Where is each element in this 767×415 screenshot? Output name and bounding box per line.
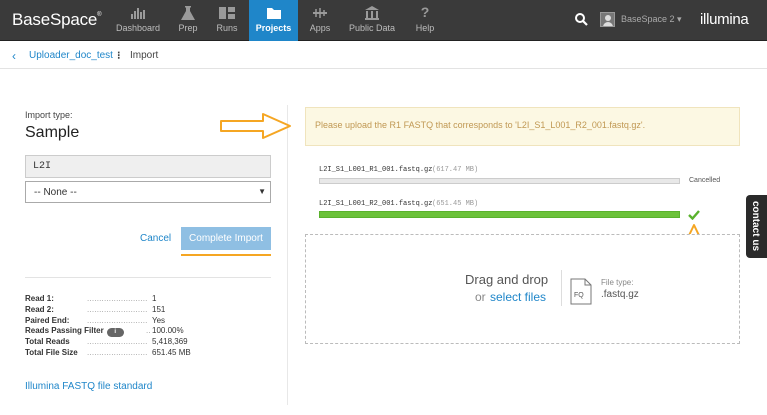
file-name: L2I_S1_L001_R2_001.fastq.gz xyxy=(319,200,433,208)
upload-progress-bar xyxy=(319,211,680,218)
company-logo: illumina xyxy=(700,11,749,28)
breadcrumb: ‹ Uploader_doc_test ⁝ Import xyxy=(0,42,767,69)
stat-value: 5,418,369 xyxy=(152,337,188,347)
upload-progress-bar xyxy=(319,178,680,184)
select-files-link[interactable]: select files xyxy=(490,290,546,304)
avatar[interactable] xyxy=(600,12,615,27)
import-type-label: Import type: xyxy=(25,110,73,120)
help-icon: ? xyxy=(420,4,430,20)
file-name: L2I_S1_L001_R1_001.fastq.gz xyxy=(319,166,433,174)
dropzone-title: Drag and drop xyxy=(465,272,549,287)
file-type-value: .fastq.gz xyxy=(601,289,639,300)
back-chevron-icon[interactable]: ‹ xyxy=(12,49,16,63)
contact-us-tab[interactable]: contact us xyxy=(746,195,767,258)
search-icon[interactable] xyxy=(575,13,588,31)
divider xyxy=(25,277,271,278)
import-type-value: Sample xyxy=(25,124,80,141)
file-type-label: File type: xyxy=(601,278,634,287)
user-menu[interactable]: BaseSpace 2 ▾ xyxy=(621,14,682,25)
dashboard-icon xyxy=(115,0,161,22)
nav-label: Prep xyxy=(178,23,198,33)
annotation-arrow-right-icon xyxy=(220,113,291,139)
panel-divider xyxy=(287,105,288,405)
nav-label: Projects xyxy=(255,23,292,33)
stat-value: 100.00% xyxy=(152,326,184,336)
breadcrumb-current: Import xyxy=(130,50,159,61)
svg-text:FQ: FQ xyxy=(574,292,584,299)
file-size: (651.45 MB) xyxy=(432,200,479,208)
sample-name-input[interactable]: L2I xyxy=(25,155,271,178)
flask-icon xyxy=(174,0,202,22)
folder-icon xyxy=(249,0,298,22)
brand-logo[interactable]: BaseSpace® xyxy=(12,10,102,30)
stat-value: 151 xyxy=(152,304,166,314)
annotation-underline xyxy=(181,254,271,256)
divider xyxy=(561,270,562,306)
stat-key: Read 1: xyxy=(25,294,54,303)
nav-label: Dashboard xyxy=(115,23,161,33)
nav-item-prep[interactable]: Prep xyxy=(174,0,202,41)
complete-import-button[interactable]: Complete Import xyxy=(181,227,271,250)
stat-value: 651.45 MB xyxy=(152,347,191,357)
nav-item-public-data[interactable]: Public Data xyxy=(346,0,398,41)
nav-label: Public Data xyxy=(348,23,396,33)
fastq-file-icon: FQ xyxy=(570,278,592,305)
nav-label: Apps xyxy=(309,23,331,33)
upload-alert: Please upload the R1 FASTQ that correspo… xyxy=(305,107,740,146)
breadcrumb-project-link[interactable]: Uploader_doc_test xyxy=(29,50,113,61)
top-nav: BaseSpace® Dashboard Prep Runs Projects … xyxy=(0,0,767,41)
contact-us-label: contact us xyxy=(750,201,761,252)
stat-value: 1 xyxy=(152,294,157,303)
nav-label: Runs xyxy=(216,23,238,33)
caret-down-icon: ▼ xyxy=(258,187,266,196)
stat-key: Reads Passing Filter xyxy=(25,326,104,336)
dropzone-or: or xyxy=(475,290,486,304)
breadcrumb-separator: ⁝ xyxy=(117,50,121,62)
file-dropzone[interactable] xyxy=(305,234,740,344)
stat-key: Paired End: xyxy=(25,315,70,325)
select-value: -- None -- xyxy=(34,187,77,198)
stat-key: Total File Size xyxy=(25,347,78,357)
bank-icon xyxy=(346,0,398,22)
file-size: (617.47 MB) xyxy=(432,166,479,174)
nav-item-runs[interactable]: Runs xyxy=(212,0,242,41)
nav-label: Help xyxy=(415,23,435,33)
nav-item-projects[interactable]: Projects xyxy=(249,0,298,41)
stat-key: Read 2: xyxy=(25,304,54,314)
nav-item-dashboard[interactable]: Dashboard xyxy=(115,0,161,41)
stat-key: Total Reads xyxy=(25,337,70,347)
fastq-standard-link[interactable]: Illumina FASTQ file standard xyxy=(25,381,152,392)
info-icon[interactable]: i xyxy=(106,328,124,338)
stat-value: Yes xyxy=(152,315,166,325)
runs-icon xyxy=(212,0,242,22)
nav-item-help[interactable]: ? Help xyxy=(412,0,438,41)
upload-status: Cancelled xyxy=(689,177,721,184)
apps-icon xyxy=(306,0,334,22)
nav-item-apps[interactable]: Apps xyxy=(306,0,334,41)
cancel-button[interactable]: Cancel xyxy=(140,233,171,244)
sample-select[interactable]: -- None -- ▼ xyxy=(25,181,271,203)
